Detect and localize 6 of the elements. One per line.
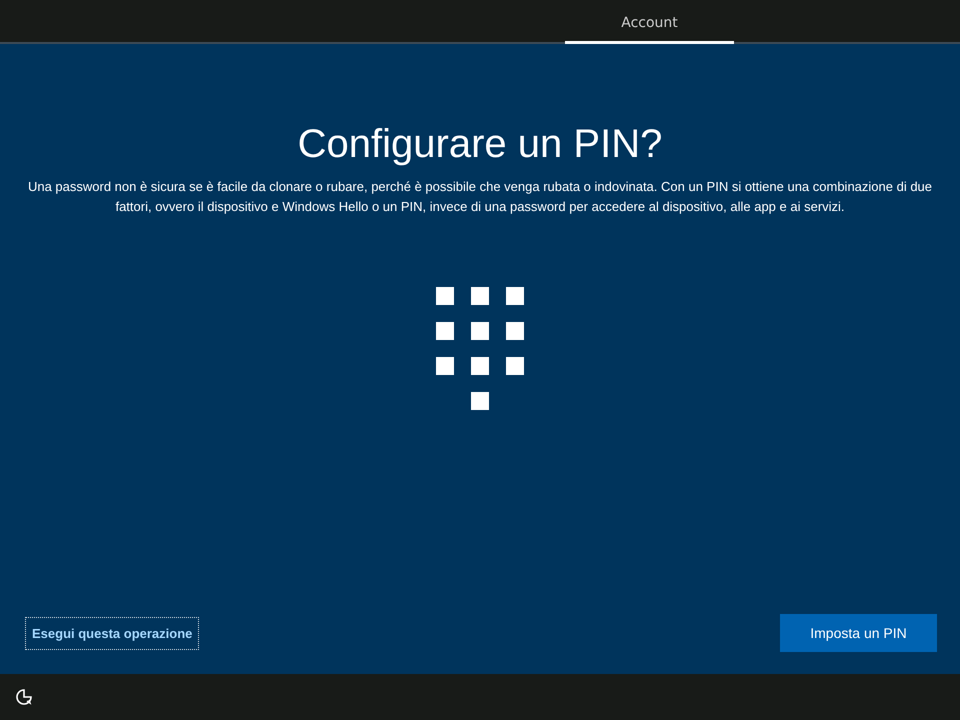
set-pin-button[interactable]: Imposta un PIN [780,614,937,652]
description: Una password non è sicura se è facile da clonare o rubare, perché è possibile che venga rubata o indovinata. Con un PIN si ottiene una combinazione di due fattori, ovvero il dispositivo e Windows Hello o un PIN, invece di una password per accedere al dispositivo, alle app e ai servizi. [26,178,934,216]
keypad-icon [436,287,524,411]
page-title: Configurare un PIN? [298,122,662,167]
accessibility-icon[interactable] [14,687,34,707]
skip-link[interactable]: Esegui questa operazione [25,616,200,650]
